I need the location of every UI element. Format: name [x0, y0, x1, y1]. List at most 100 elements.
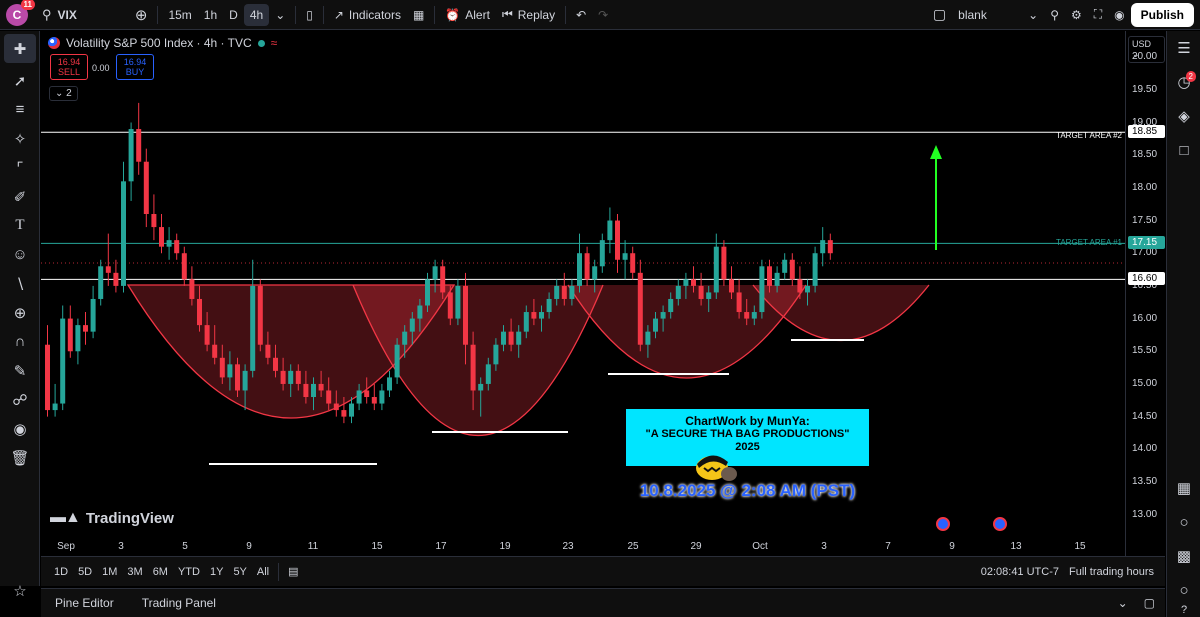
candle-body: [227, 364, 233, 378]
templates-button[interactable]: ▦: [407, 0, 430, 30]
series-legend[interactable]: Volatility S&P 500 Index · 4h · TVC ≈: [48, 36, 277, 50]
alert-button[interactable]: ⏰ Alert: [439, 0, 496, 30]
ideas-button[interactable]: ○: [1167, 505, 1200, 539]
text-tool[interactable]: T: [0, 211, 40, 240]
favorites-tool[interactable]: ☆: [0, 576, 40, 605]
replay-button[interactable]: ⏮ Replay: [496, 0, 561, 30]
tab-pine-editor[interactable]: Pine Editor: [41, 596, 128, 610]
timeframe-d[interactable]: D: [223, 0, 244, 30]
hide-drawings-tool[interactable]: ◉: [0, 414, 40, 443]
time-tick: 7: [885, 541, 891, 552]
lock-drawings-tool[interactable]: ☍: [0, 385, 40, 414]
measure-tool[interactable]: ∖: [0, 269, 40, 298]
zoom-tool[interactable]: ⊕: [0, 298, 40, 327]
range-toolbar: 1D 5D 1M 3M 6M YTD 1Y 5Y All ▤ 02:08:41 …: [41, 556, 1165, 586]
candle-body: [75, 325, 81, 352]
object-tree-button[interactable]: ◈: [1167, 99, 1200, 133]
symbol-search[interactable]: ⚲ VIX: [36, 0, 83, 30]
candle-body: [235, 364, 240, 391]
sell-button[interactable]: 16.94 SELL: [50, 54, 88, 80]
indicators-collapse-button[interactable]: ⌄ 2: [49, 86, 78, 101]
publish-button[interactable]: Publish: [1130, 2, 1194, 27]
candle: [599, 233, 605, 273]
candle-body: [425, 279, 430, 306]
settings-button[interactable]: ⚙: [1065, 0, 1088, 30]
candle-body: [159, 227, 164, 247]
undo-button[interactable]: ↶: [570, 0, 592, 30]
top-toolbar: C 11 ⚲ VIX ⊕ 15m 1h D 4h ⌄ ▯ ↗ Indicator…: [0, 0, 1200, 30]
alarm-clock-icon: ⏰: [445, 7, 461, 22]
forecast-tool[interactable]: ⌜: [0, 153, 40, 182]
notifications-button[interactable]: ○: [1167, 573, 1200, 607]
candle-body: [356, 390, 362, 404]
price-axis[interactable]: USD ⌄ 20.00 19.50 19.00 18.50 18.00 17.50 17.0…: [1125, 31, 1165, 556]
trendline-tool[interactable]: ➚: [0, 66, 40, 95]
alerts-panel-button[interactable]: ◷ 2: [1167, 65, 1200, 99]
price-tick: 18.00: [1132, 181, 1158, 193]
range-5d[interactable]: 5D: [73, 566, 97, 578]
chart-type-button[interactable]: ▯: [300, 0, 319, 30]
range-3m[interactable]: 3M: [122, 566, 147, 578]
watchlist-button[interactable]: ☰: [1167, 31, 1200, 65]
fullscreen-button[interactable]: ⛶: [1088, 0, 1108, 30]
layout-toggle-button[interactable]: ▢: [927, 0, 952, 30]
candle-body: [371, 397, 377, 404]
compare-symbol-button[interactable]: ⊕: [129, 0, 154, 30]
brush-tool[interactable]: ✐: [0, 182, 40, 211]
screener-button[interactable]: ▩: [1167, 539, 1200, 573]
timeframe-dropdown[interactable]: ⌄: [269, 0, 291, 30]
help-button[interactable]: ?: [1167, 603, 1200, 617]
tab-trading-panel[interactable]: Trading Panel: [128, 596, 230, 610]
remove-drawings-tool[interactable]: 🗑: [0, 443, 40, 472]
range-6m[interactable]: 6M: [148, 566, 173, 578]
text-icon: T: [15, 217, 25, 233]
maximize-panel-button[interactable]: ▢: [1134, 596, 1165, 610]
chats-button[interactable]: □: [1167, 133, 1200, 167]
candle-body: [539, 312, 544, 319]
layout-dropdown[interactable]: ⌄: [1022, 0, 1044, 30]
range-1y[interactable]: 1Y: [205, 566, 228, 578]
range-1d[interactable]: 1D: [49, 566, 73, 578]
us-event-icon[interactable]: [993, 517, 1007, 531]
calendar-range-icon: ▤: [288, 566, 299, 578]
fib-tool[interactable]: ≡: [0, 95, 40, 124]
crosshair-tool[interactable]: ✚: [4, 34, 36, 63]
collapse-panel-button[interactable]: ⌄: [1112, 596, 1134, 610]
candle-body: [288, 370, 294, 384]
chart-pane[interactable]: TARGET AREA #2 TARGET AREA #1 Sep 3 5 9 11 15…: [41, 31, 1165, 556]
time-tick: 23: [562, 541, 574, 552]
calendar-panel-button[interactable]: ▦: [1167, 471, 1200, 505]
time-tick: 25: [627, 541, 639, 552]
stay-in-drawing-tool[interactable]: ✎: [0, 356, 40, 385]
clock-display[interactable]: 02:08:41 UTC-7: [976, 566, 1064, 578]
buy-button[interactable]: 16.94 BUY: [116, 54, 154, 80]
range-1m[interactable]: 1M: [97, 566, 122, 578]
user-avatar[interactable]: C 11: [6, 0, 35, 26]
candle: [607, 207, 613, 254]
candles-icon: ▯: [306, 7, 313, 22]
range-ytd[interactable]: YTD: [173, 566, 205, 578]
candle: [181, 246, 187, 286]
timeframe-1h[interactable]: 1h: [198, 0, 223, 30]
session-selector[interactable]: Full trading hours: [1064, 566, 1159, 578]
magnet-tool[interactable]: ∩: [0, 327, 40, 356]
candle-body: [812, 253, 818, 286]
date-range-button[interactable]: ▤: [283, 565, 303, 578]
chart-canvas[interactable]: TARGET AREA #2 TARGET AREA #1 Sep 3 5 9 11 15…: [41, 31, 1165, 556]
range-all[interactable]: All: [252, 566, 274, 578]
candle-body: [90, 298, 96, 332]
layout-name[interactable]: blank: [952, 0, 1022, 30]
price-tick: 14.00: [1132, 443, 1158, 455]
timeframe-15m[interactable]: 15m: [162, 0, 197, 30]
indicators-button[interactable]: ↗ Indicators: [328, 0, 407, 30]
pattern-tool[interactable]: ✧: [0, 124, 40, 153]
timeframe-4h[interactable]: 4h: [243, 3, 270, 26]
us-event-icon[interactable]: [936, 517, 950, 531]
snapshot-button[interactable]: ◉: [1108, 0, 1130, 30]
range-5y[interactable]: 5Y: [228, 566, 251, 578]
layers-icon: ◈: [1178, 108, 1190, 125]
redo-button[interactable]: ↷: [592, 0, 614, 30]
time-tick: 19: [499, 541, 511, 552]
emoji-tool[interactable]: ☺: [0, 240, 40, 269]
quick-search-button[interactable]: ⚲: [1044, 0, 1065, 30]
